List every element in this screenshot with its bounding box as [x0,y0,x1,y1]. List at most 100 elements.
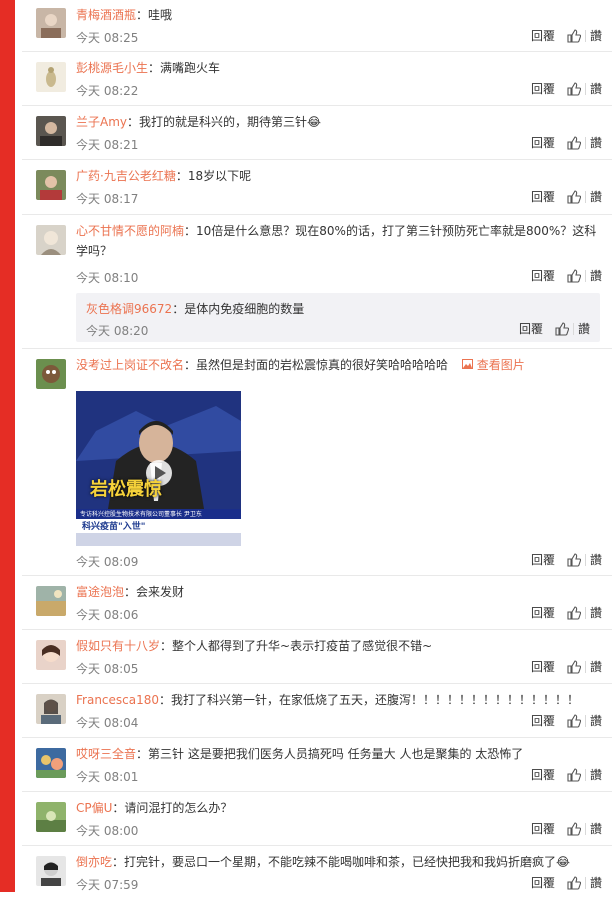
praise-button[interactable]: 讚 [590,188,602,205]
thumbs-up-icon[interactable] [567,268,581,283]
avatar[interactable] [36,116,66,146]
view-image-link[interactable]: 查看图片 [461,358,525,372]
thumbs-up-icon[interactable] [567,81,581,96]
comment-user[interactable]: Francesca180 [76,693,159,707]
comment-actions: 回覆 讚 [531,604,602,621]
reply-button[interactable]: 回覆 [531,80,555,97]
comment-item: 富途泡泡：会来发财 今天 08:06 回覆 讚 [22,576,612,630]
comment-actions: 回覆 讚 [531,188,602,205]
comment-text: 倒亦吃：打完针，要忌口一个星期，不能吃辣不能喝咖啡和茶，已经快把我和我妈折磨疯了… [76,852,600,872]
reply-button[interactable]: 回覆 [519,320,543,337]
avatar[interactable] [36,640,66,670]
comment-item: Francesca180：我打了科兴第一针，在家低烧了五天，还腹泻！！！！！！！… [22,684,612,738]
action-divider [584,269,586,282]
praise-button[interactable]: 讚 [590,712,602,729]
comment-user[interactable]: 没考过上岗证不改名 [76,358,184,372]
comment-time: 今天 08:00 [76,824,139,838]
reply-text: 灰色格调96672：是体内免疫细胞的数量 [86,299,304,319]
praise-button[interactable]: 讚 [590,604,602,621]
thumbs-up-icon[interactable] [555,321,569,336]
comment-user[interactable]: 广药·九吉公老红糖 [76,169,176,183]
praise-button[interactable]: 讚 [590,267,602,284]
comment-user[interactable]: CP偏U [76,801,112,815]
praise-button[interactable]: 讚 [578,320,590,337]
comment-actions: 回覆 讚 [531,267,602,284]
comment-text: 富途泡泡：会来发财 [76,582,600,602]
reply-button[interactable]: 回覆 [531,134,555,151]
thumbs-up-icon[interactable] [567,28,581,43]
comment-user[interactable]: 兰子Amy [76,115,127,129]
reply-user[interactable]: 灰色格调96672 [86,302,172,316]
action-divider [584,606,586,619]
thumbs-up-icon[interactable] [567,552,581,567]
comment-item: 哎呀三全音：第三针 这是要把我们医务人员搞死吗 任务量大 人也是聚集的 太恐怖了… [22,738,612,792]
reply-button[interactable]: 回覆 [531,604,555,621]
comment-user[interactable]: 倒亦吃 [76,855,112,869]
avatar[interactable] [36,225,66,255]
comment-user[interactable]: 富途泡泡 [76,585,124,599]
avatar[interactable] [36,586,66,616]
avatar[interactable] [36,748,66,778]
comment-user[interactable]: 彭桃源毛小生 [76,61,148,75]
thumbs-up-icon[interactable] [567,875,581,890]
praise-button[interactable]: 讚 [590,27,602,44]
praise-button[interactable]: 讚 [590,820,602,837]
praise-button[interactable]: 讚 [590,134,602,151]
avatar[interactable] [36,359,66,389]
comment-actions: 回覆 讚 [531,134,602,151]
praise-button[interactable]: 讚 [590,766,602,783]
praise-button[interactable]: 讚 [590,658,602,675]
comment-actions: 回覆 讚 [531,766,602,783]
thumbs-up-icon[interactable] [567,713,581,728]
reply-button[interactable]: 回覆 [531,27,555,44]
action-divider [584,714,586,727]
reply-button[interactable]: 回覆 [531,766,555,783]
reply-time: 今天 08:20 [86,324,149,338]
thumbs-up-icon[interactable] [567,767,581,782]
comment-body: ：第三针 这是要把我们医务人员搞死吗 任务量大 人也是聚集的 太恐怖了 [136,747,524,761]
avatar[interactable] [36,694,66,724]
reply-button[interactable]: 回覆 [531,820,555,837]
comment-item: 彭桃源毛小生：满嘴跑火车 今天 08:22 回覆 讚 [22,52,612,106]
comment-time: 今天 07:59 [76,878,139,892]
comment-body: ：打完针，要忌口一个星期，不能吃辣不能喝咖啡和茶，已经快把我和我妈折磨疯了😂 [112,855,571,869]
thumbs-up-icon[interactable] [567,821,581,836]
praise-button[interactable]: 讚 [590,80,602,97]
praise-button[interactable]: 讚 [590,874,602,891]
praise-button[interactable]: 讚 [590,551,602,568]
comment-user[interactable]: 心不甘情不愿的阿楠 [76,224,184,238]
reply-button[interactable]: 回覆 [531,267,555,284]
comment-body: ：哇哦 [136,8,173,22]
thumbs-up-icon[interactable] [567,135,581,150]
reply-button[interactable]: 回覆 [531,874,555,891]
action-divider [572,322,574,335]
view-image-label: 查看图片 [476,358,525,372]
comment-user[interactable]: 假如只有十八岁 [76,639,160,653]
comment-actions: 回覆 讚 [531,658,602,675]
comment-user[interactable]: 哎呀三全音 [76,747,136,761]
comment-user[interactable]: 青梅酒酒瓶 [76,8,136,22]
avatar[interactable] [36,856,66,886]
comment-body: ：满嘴跑火车 [148,61,221,75]
comment-item: 倒亦吃：打完针，要忌口一个星期，不能吃辣不能喝咖啡和茶，已经快把我和我妈折磨疯了… [22,846,612,899]
comment-item: CP偏U：请问混打的怎么办？ 今天 08:00 回覆 讚 [22,792,612,846]
thumbs-up-icon[interactable] [567,659,581,674]
reply-button[interactable]: 回覆 [531,551,555,568]
reply-button[interactable]: 回覆 [531,658,555,675]
avatar[interactable] [36,802,66,832]
comment-body: ：我打了科兴第一针，在家低烧了五天，还腹泻！！！！！！！！！！！！！！ [159,693,580,707]
comment-body: ：虽然但是封面的岩松震惊真的很好笑哈哈哈哈哈 [184,358,449,372]
thumbs-up-icon[interactable] [567,189,581,204]
action-divider [584,553,586,566]
avatar[interactable] [36,62,66,92]
reply-button[interactable]: 回覆 [531,712,555,729]
comment-list: 青梅酒酒瓶：哇哦 今天 08:25 回覆 讚 彭桃源毛小生：满嘴跑火车 今天 0… [22,0,612,899]
comment-text: 心不甘情不愿的阿楠：10倍是什么意思？现在80%的话，打了第三针预防死亡率就是8… [76,221,600,261]
comment-image-thumbnail[interactable]: 岩松震惊 专访科兴控股生物技术有限公司董事长 尹卫东 科兴疫苗"入世" [76,391,241,546]
avatar[interactable] [36,170,66,200]
thumbs-up-icon[interactable] [567,605,581,620]
comment-time: 今天 08:04 [76,716,139,730]
reply-button[interactable]: 回覆 [531,188,555,205]
image-icon [461,359,473,369]
avatar[interactable] [36,8,66,38]
